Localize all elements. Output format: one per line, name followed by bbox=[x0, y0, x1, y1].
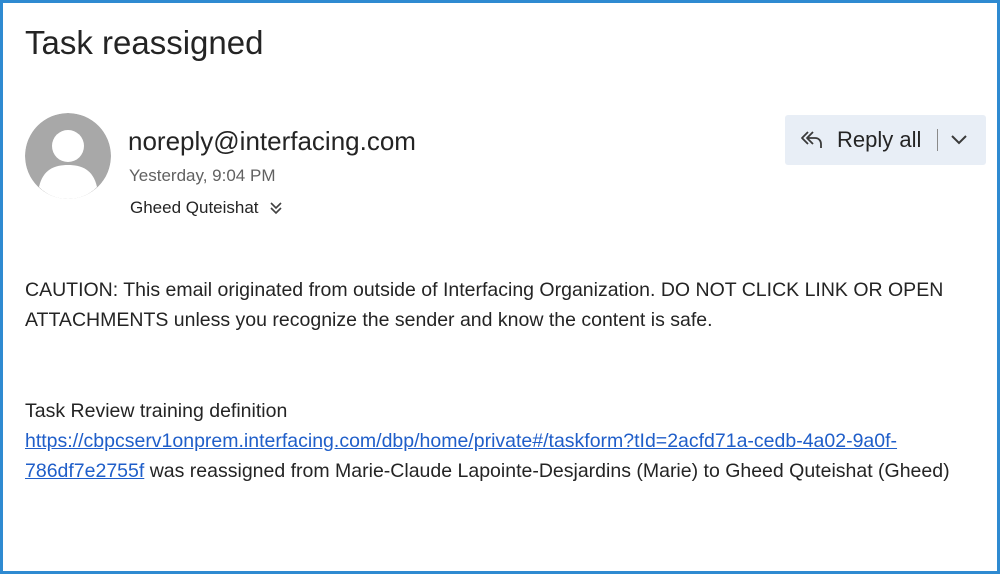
sender-avatar[interactable] bbox=[25, 113, 111, 199]
reply-all-button[interactable]: Reply all bbox=[799, 125, 921, 155]
email-subject: Task reassigned bbox=[25, 24, 264, 61]
reply-divider bbox=[937, 129, 939, 151]
sender-address[interactable]: noreply@interfacing.com bbox=[128, 123, 416, 159]
task-title: Task Review training definition bbox=[25, 400, 288, 422]
reply-options-dropdown[interactable] bbox=[950, 134, 968, 146]
recipient-field[interactable]: Gheed Quteishat bbox=[130, 196, 283, 220]
task-reassign-text: was reassigned from Marie-Claude Lapoint… bbox=[144, 460, 950, 482]
sent-timestamp: Yesterday, 9:04 PM bbox=[129, 166, 276, 185]
reply-all-split-button: Reply all bbox=[785, 115, 986, 165]
task-message-line: https://cbpcserv1onprem.interfacing.com/… bbox=[25, 426, 985, 486]
person-avatar-icon bbox=[25, 113, 111, 199]
reply-all-label: Reply all bbox=[837, 127, 922, 152]
chevron-down-icon bbox=[951, 135, 968, 145]
email-reading-pane: Task reassigned noreply@interfacing.com … bbox=[0, 0, 1000, 574]
task-notification: Task Review training definition https://… bbox=[25, 396, 985, 486]
recipient-name: Gheed Quteishat bbox=[130, 198, 259, 217]
double-chevron-down-icon[interactable] bbox=[269, 200, 283, 216]
caution-banner-text: CAUTION: This email originated from outs… bbox=[25, 279, 944, 331]
reply-all-icon bbox=[801, 131, 822, 148]
